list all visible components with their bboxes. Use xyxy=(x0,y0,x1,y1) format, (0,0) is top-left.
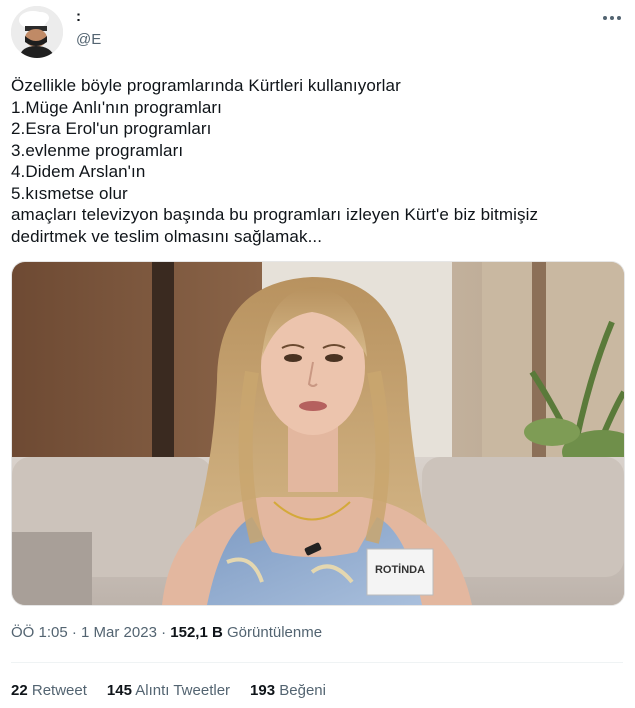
author-handle[interactable]: @E xyxy=(76,31,101,48)
tweet-line: 2.Esra Erol'un programları xyxy=(11,119,212,138)
tweet-line: dedirtmek ve teslim olmasını sağlamak... xyxy=(11,226,323,246)
like-count: 193 xyxy=(250,682,276,699)
quote-label: Alıntı Tweetler xyxy=(135,682,231,699)
retweet-label: Retweet xyxy=(31,682,87,699)
quotes-stat[interactable]: 145 Alıntı Tweetler xyxy=(107,682,230,699)
tweet-text: Özellikle böyle programlarında Kürtleri … xyxy=(11,75,626,247)
tweet-line: 4.Didem Arslan'ın xyxy=(11,162,146,181)
photo-illustration xyxy=(12,262,624,605)
photo-badge: ROTİNDA xyxy=(374,564,426,576)
quote-count: 145 xyxy=(106,682,132,699)
meta-separator: · xyxy=(161,624,167,641)
tweet-line: Özellikle böyle programlarında Kürtleri … xyxy=(11,76,401,95)
view-count: 152,1 B xyxy=(170,624,223,641)
retweet-count: 22 xyxy=(11,682,28,699)
tweet-line: 3.evlenme programları xyxy=(11,140,184,160)
tweet-photo[interactable]: ROTİNDA xyxy=(11,261,625,606)
tweet-date[interactable]: 1 Mar 2023 xyxy=(81,624,157,641)
tweet-time[interactable]: ÖÖ 1:05 xyxy=(11,624,68,641)
tweet-line: amaçları televizyon başında bu programla… xyxy=(11,205,539,224)
retweets-stat[interactable]: 22 Retweet xyxy=(11,682,87,699)
divider xyxy=(11,662,623,663)
author-name[interactable]: : xyxy=(76,8,81,25)
meta-separator: · xyxy=(71,624,77,641)
avatar[interactable] xyxy=(11,6,63,58)
like-label: Beğeni xyxy=(279,682,326,699)
likes-stat[interactable]: 193 Beğeni xyxy=(250,682,326,699)
tweet-line: 5.kısmetse olur xyxy=(11,183,128,203)
view-label: Görüntülenme xyxy=(227,624,323,641)
tweet-stats: 22 Retweet 145 Alıntı Tweetler 193 Beğen… xyxy=(11,682,326,699)
tweet-meta: ÖÖ 1:05 · 1 Mar 2023 · 152,1 B Görüntüle… xyxy=(11,624,322,641)
tweet-card: : @E Özellikle böyle programlarında Kürt… xyxy=(0,0,635,708)
more-horizontal-icon[interactable] xyxy=(598,8,626,28)
tweet-line: 1.Müge Anlı'nın programları xyxy=(11,97,222,117)
